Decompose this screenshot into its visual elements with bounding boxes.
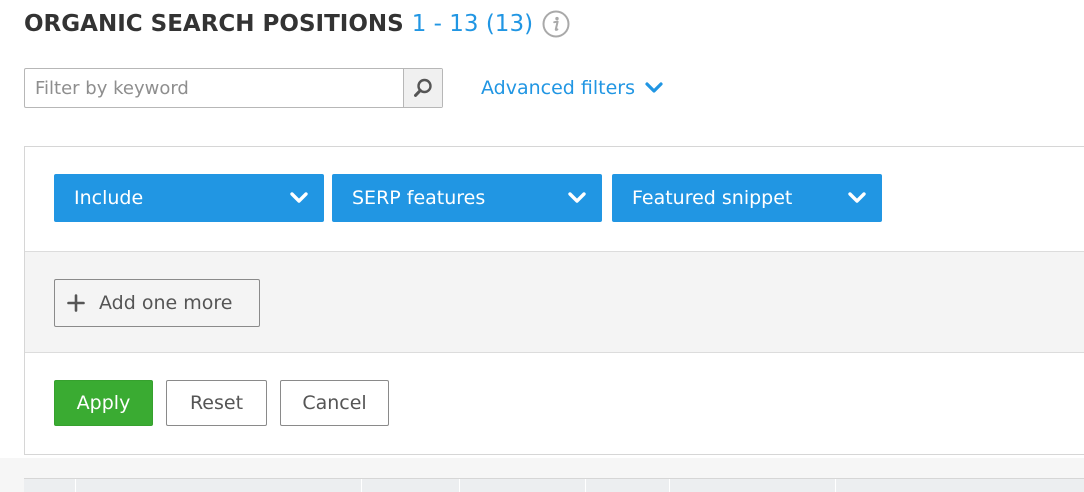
page-heading: ORGANIC SEARCH POSITIONS 1 - 13 (13) [24, 6, 570, 42]
info-icon[interactable] [542, 10, 570, 38]
advanced-filters-label: Advanced filters [481, 77, 635, 99]
column-divider [585, 479, 586, 492]
keyword-filter-input[interactable] [25, 69, 403, 107]
serp-features-dropdown[interactable]: SERP features [332, 174, 602, 222]
include-dropdown[interactable]: Include [54, 174, 324, 222]
add-filter-row: Add one more [25, 251, 1084, 353]
chevron-down-icon [644, 81, 664, 95]
chevron-down-icon [846, 191, 868, 205]
column-divider [669, 479, 670, 492]
apply-button[interactable]: Apply [54, 380, 153, 426]
actions-row: Apply Reset Cancel [25, 353, 1084, 454]
column-divider [459, 479, 460, 492]
column-divider [75, 479, 76, 492]
serp-features-dropdown-label: SERP features [352, 187, 486, 209]
result-range[interactable]: 1 - 13 (13) [412, 11, 533, 37]
reset-button[interactable]: Reset [166, 380, 267, 426]
page: ORGANIC SEARCH POSITIONS 1 - 13 (13) Adv… [0, 0, 1084, 492]
include-dropdown-label: Include [74, 187, 144, 209]
chevron-down-icon [566, 191, 588, 205]
featured-snippet-dropdown[interactable]: Featured snippet [612, 174, 882, 222]
chevron-down-icon [288, 191, 310, 205]
add-one-more-label: Add one more [99, 292, 233, 314]
featured-snippet-dropdown-label: Featured snippet [632, 187, 793, 209]
search-icon [412, 77, 434, 99]
page-title: ORGANIC SEARCH POSITIONS [24, 11, 404, 37]
plus-icon [67, 294, 85, 312]
table-header [24, 478, 1084, 492]
cancel-button[interactable]: Cancel [280, 380, 389, 426]
column-divider [835, 479, 836, 492]
keyword-search-button[interactable] [403, 69, 442, 107]
column-divider [361, 479, 362, 492]
advanced-filters-toggle[interactable]: Advanced filters [481, 74, 664, 102]
keyword-filter [24, 68, 443, 108]
filter-rule-row: Include SERP features Featured snippet [25, 147, 1084, 251]
advanced-filters-panel: Include SERP features Featured snippet A… [24, 146, 1084, 455]
add-one-more-button[interactable]: Add one more [54, 279, 260, 327]
